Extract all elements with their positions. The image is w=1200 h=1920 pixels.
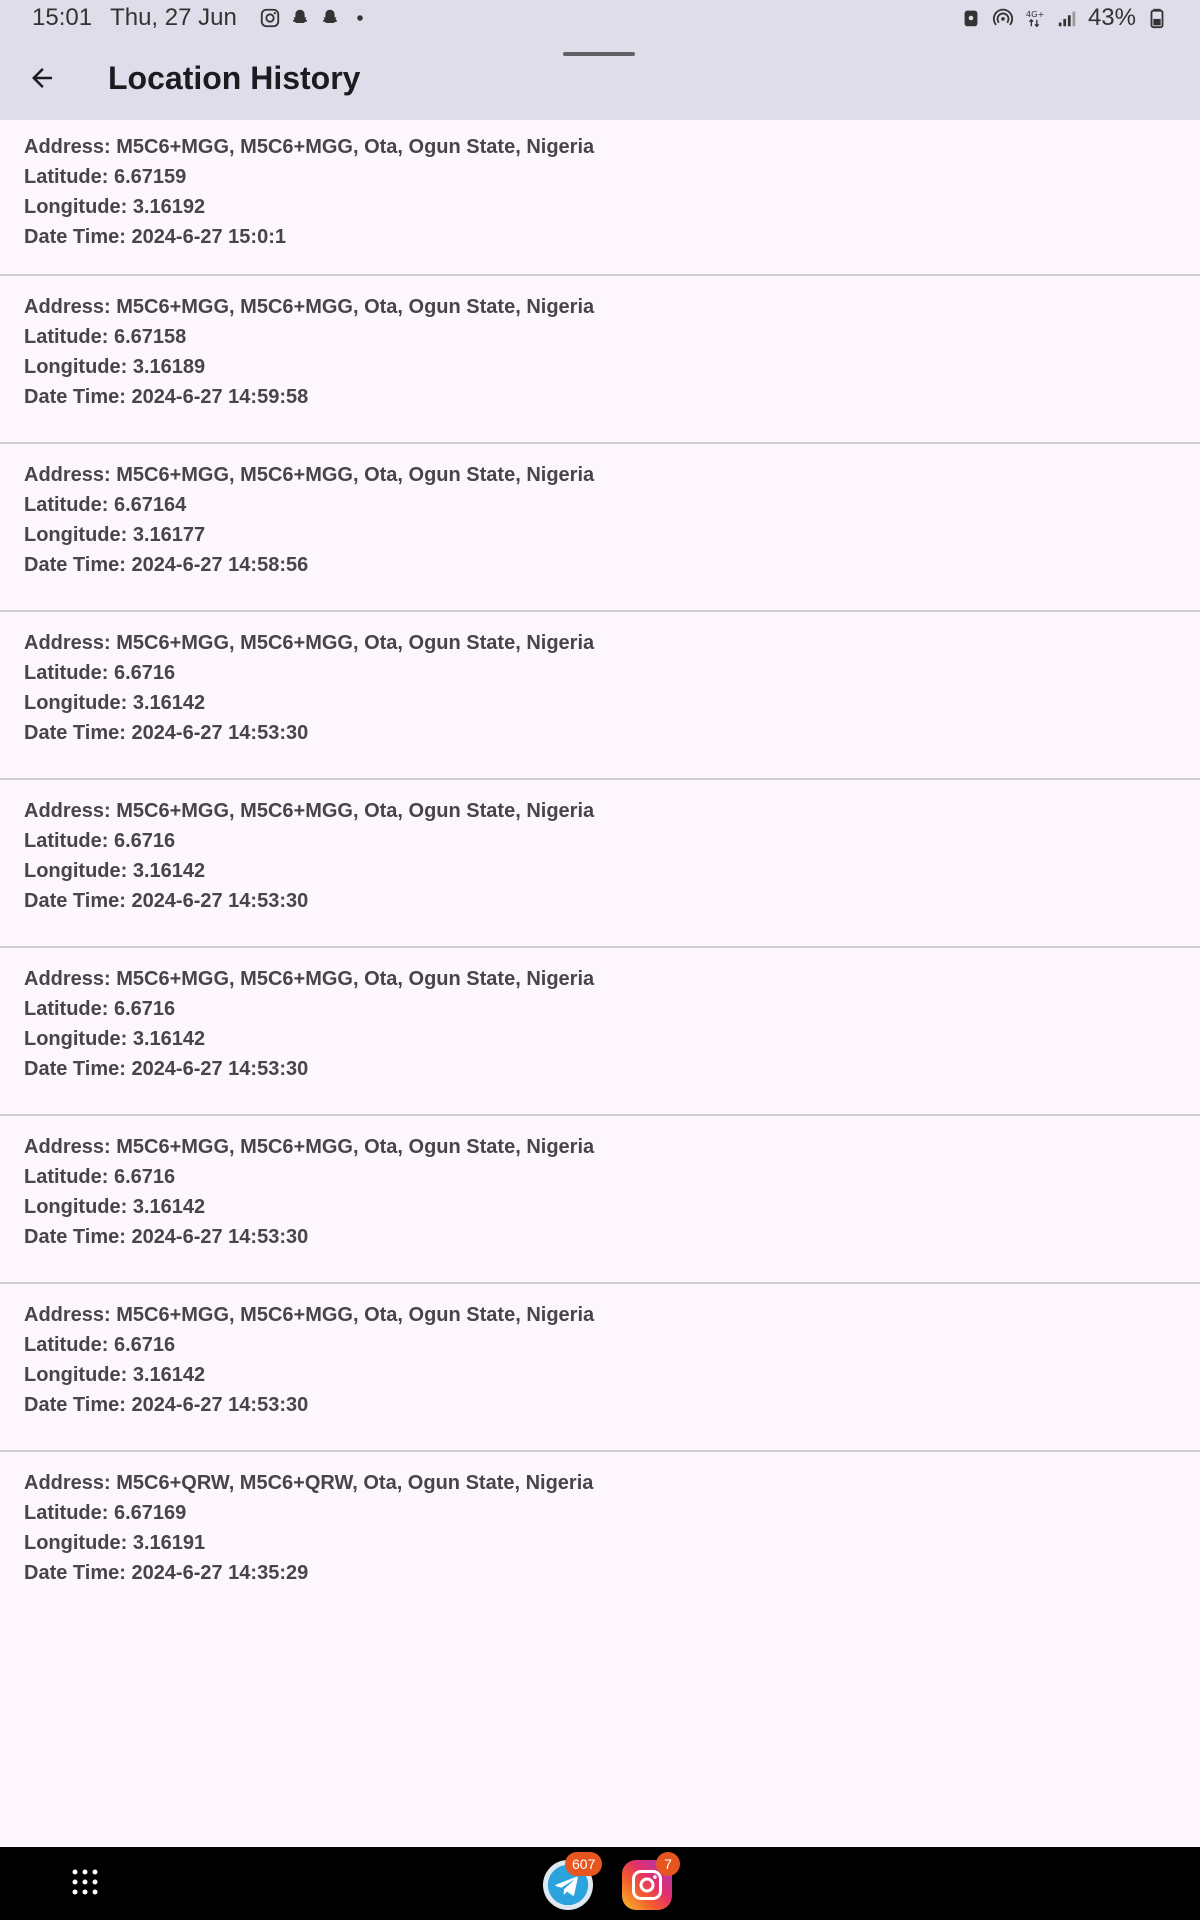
drag-handle[interactable] [563,52,635,56]
snapchat-icon [292,9,308,24]
datetime-text: Date Time: 2024-6-27 14:53:30 [24,1058,309,1080]
longitude-text: Longitude: 3.16192 [24,196,206,218]
back-button[interactable] [0,36,84,120]
hotspot-icon [992,8,1014,26]
longitude-text: Longitude: 3.16142 [24,860,206,882]
latitude-text: Latitude: 6.67164 [24,494,187,516]
location-history-list: Address: M5C6+MGG, M5C6+MGG, Ota, Ogun S… [0,120,1200,1620]
signal-icon [1058,11,1076,27]
datetime-text: Date Time: 2024-6-27 14:35:29 [24,1562,309,1584]
lock-icon [964,10,978,27]
status-bar: 15:01 Thu, 27 Jun 4G+ 43% [0,0,1200,36]
address-text: Address: M5C6+QRW, M5C6+QRW, Ota, Ogun S… [24,1472,594,1494]
telegram-badge: 607 [565,1852,603,1876]
address-text: Address: M5C6+MGG, M5C6+MGG, Ota, Ogun S… [24,464,595,486]
latitude-text: Latitude: 6.67158 [24,326,187,348]
page-title: Location History [108,59,361,96]
datetime-text: Date Time: 2024-6-27 14:53:30 [24,722,309,744]
list-item[interactable]: Address: M5C6+MGG, M5C6+MGG, Ota, Ogun S… [0,948,1200,1116]
latitude-text: Latitude: 6.6716 [24,830,176,852]
address-text: Address: M5C6+MGG, M5C6+MGG, Ota, Ogun S… [24,136,595,158]
datetime-text: Date Time: 2024-6-27 14:58:56 [24,554,309,576]
longitude-text: Longitude: 3.16189 [24,356,206,378]
datetime-text: Date Time: 2024-6-27 14:59:58 [24,386,309,408]
address-text: Address: M5C6+MGG, M5C6+MGG, Ota, Ogun S… [24,1304,595,1326]
list-item[interactable]: Address: M5C6+QRW, M5C6+QRW, Ota, Ogun S… [0,1452,1200,1620]
address-text: Address: M5C6+MGG, M5C6+MGG, Ota, Ogun S… [24,632,595,654]
instagram-icon [260,8,279,28]
svg-text:4G+: 4G+ [1026,9,1045,19]
longitude-text: Longitude: 3.16191 [24,1532,206,1554]
datetime-text: Date Time: 2024-6-27 14:53:30 [24,1226,309,1248]
list-item[interactable]: Address: M5C6+MGG, M5C6+MGG, Ota, Ogun S… [0,276,1200,444]
dot-icon [357,15,363,21]
latitude-text: Latitude: 6.6716 [24,662,176,684]
battery-percentage: 43% [1087,4,1136,31]
list-item[interactable]: Address: M5C6+MGG, M5C6+MGG, Ota, Ogun S… [0,1116,1200,1284]
longitude-text: Longitude: 3.16142 [24,692,206,714]
longitude-text: Longitude: 3.16177 [24,524,206,546]
list-item[interactable]: Address: M5C6+MGG, M5C6+MGG, Ota, Ogun S… [0,780,1200,948]
datetime-text: Date Time: 2024-6-27 15:0:1 [24,226,286,248]
latitude-text: Latitude: 6.6716 [24,1166,176,1188]
latitude-text: Latitude: 6.6716 [24,998,176,1020]
navigation-bar: 607 7 [0,1847,1200,1920]
longitude-text: Longitude: 3.16142 [24,1196,206,1218]
snapchat-icon [322,9,338,24]
list-item[interactable]: Address: M5C6+MGG, M5C6+MGG, Ota, Ogun S… [0,612,1200,780]
longitude-text: Longitude: 3.16142 [24,1028,206,1050]
longitude-text: Longitude: 3.16142 [24,1364,206,1386]
list-item[interactable]: Address: M5C6+MGG, M5C6+MGG, Ota, Ogun S… [0,444,1200,612]
address-text: Address: M5C6+MGG, M5C6+MGG, Ota, Ogun S… [24,968,595,990]
latitude-text: Latitude: 6.6716 [24,1334,176,1356]
address-text: Address: M5C6+MGG, M5C6+MGG, Ota, Ogun S… [24,800,595,822]
list-item[interactable]: Address: M5C6+MGG, M5C6+MGG, Ota, Ogun S… [0,1284,1200,1452]
latitude-text: Latitude: 6.67159 [24,166,187,188]
datetime-text: Date Time: 2024-6-27 14:53:30 [24,1394,309,1416]
app-bar: Location History [0,36,1200,120]
list-item[interactable]: Address: M5C6+MGG, M5C6+MGG, Ota, Ogun S… [0,120,1200,276]
app-grid-icon[interactable] [70,1867,100,1897]
latitude-text: Latitude: 6.67169 [24,1502,187,1524]
instagram-badge: 7 [656,1852,680,1876]
status-date: Thu, 27 Jun [110,4,237,31]
network-4g-icon: 4G+ [1026,9,1045,28]
datetime-text: Date Time: 2024-6-27 14:53:30 [24,890,309,912]
status-time: 15:01 [32,4,93,31]
address-text: Address: M5C6+MGG, M5C6+MGG, Ota, Ogun S… [24,1136,595,1158]
battery-icon [1150,8,1164,29]
arrow-back-icon [32,68,52,88]
address-text: Address: M5C6+MGG, M5C6+MGG, Ota, Ogun S… [24,296,595,318]
